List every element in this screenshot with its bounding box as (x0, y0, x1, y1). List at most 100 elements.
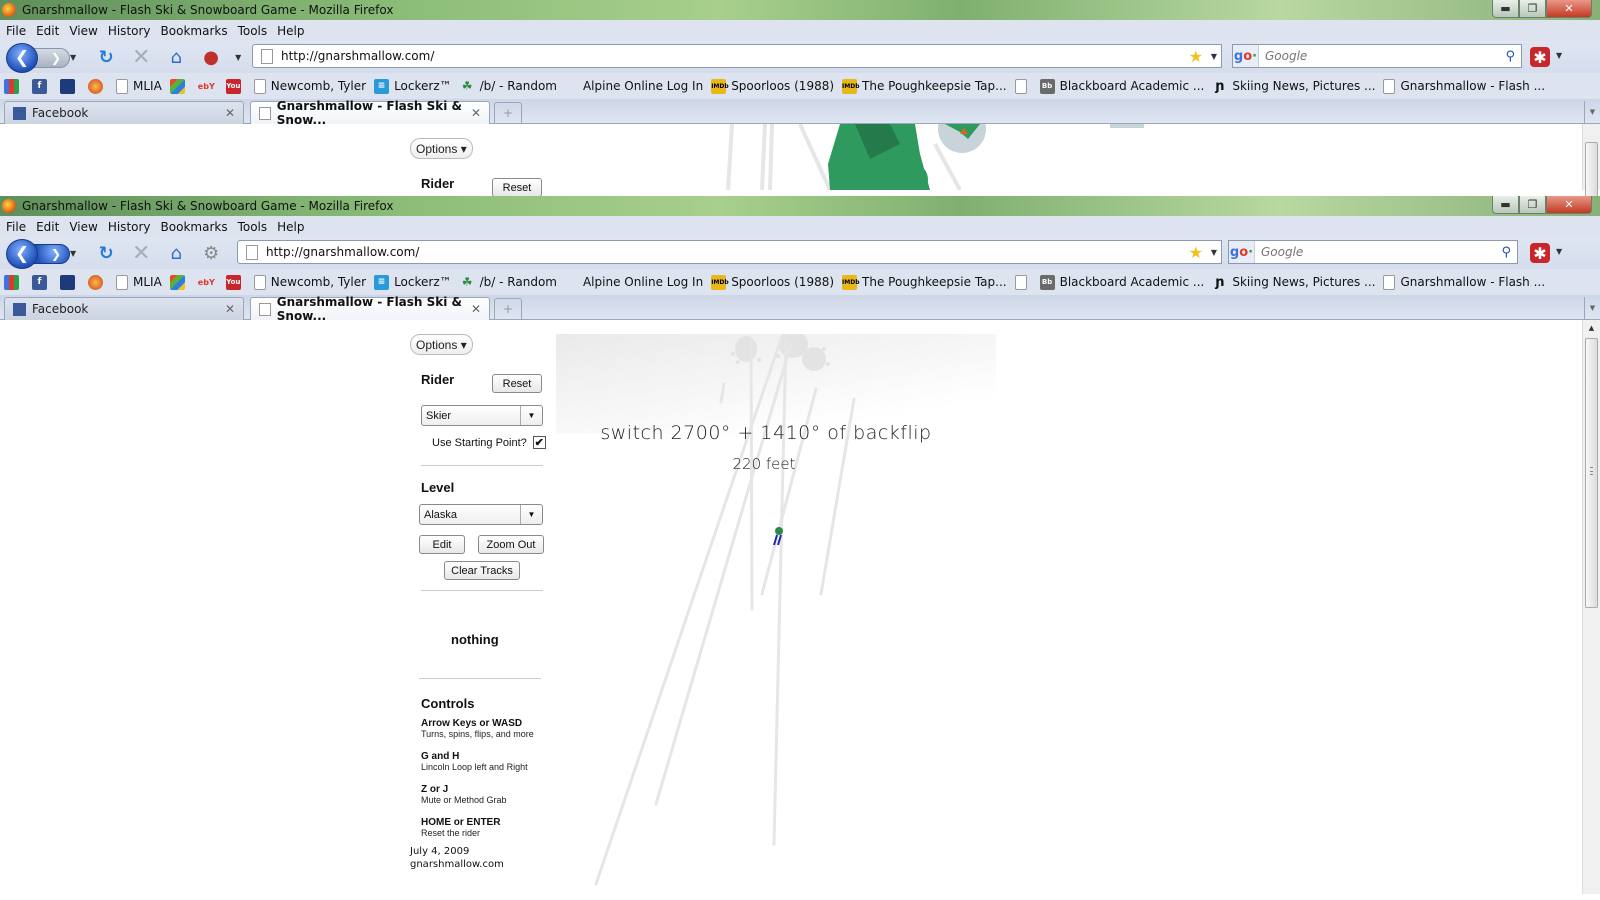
menu-tools[interactable]: Tools (238, 24, 268, 38)
tab-gnarshmallow[interactable]: Gnarshmallow - Flash Ski & Snow... ✕ (250, 295, 490, 323)
reload-icon[interactable]: ↻ (94, 241, 118, 265)
url-text[interactable]: http://gnarshmallow.com/ (266, 245, 419, 259)
bookmark-gnarshmallow[interactable]: Gnarshmallow - Flash ... (1383, 274, 1545, 290)
bookmark-spoorloos[interactable]: IMDb Spoorloos (1988) (711, 274, 834, 290)
url-bar[interactable]: http://gnarshmallow.com/ ★ ▼ (237, 240, 1222, 264)
zoom-out-button[interactable]: Zoom Out (478, 535, 544, 554)
menu-history[interactable]: History (108, 24, 151, 38)
google-search-engine-icon[interactable]: g o · (1229, 241, 1255, 263)
bookmark-blackboard[interactable]: Bb Blackboard Academic ... (1039, 274, 1204, 290)
google-search-engine-icon[interactable]: g o · (1233, 45, 1259, 67)
options-button[interactable]: Options ▾ (410, 334, 473, 355)
myspace-icon[interactable] (60, 274, 75, 290)
bookmark-skiing-news[interactable]: ɲ Skiing News, Pictures ... (1212, 275, 1375, 290)
url-bar[interactable]: http://gnarshmallow.com/ ★ ▼ (252, 44, 1222, 68)
scrollbar-thumb[interactable] (1585, 142, 1598, 196)
addon-icon[interactable]: ⚙ (199, 241, 223, 265)
facebook-icon[interactable]: f (32, 274, 47, 290)
close-window-button[interactable]: ✕ (1546, 196, 1592, 214)
tab-gnarshmallow[interactable]: Gnarshmallow - Flash Ski & Snow... ✕ (250, 99, 490, 127)
url-dropdown-icon[interactable]: ▼ (1211, 248, 1217, 257)
menu-file[interactable]: File (6, 24, 26, 38)
windows-icon[interactable] (169, 274, 185, 290)
youtube-icon[interactable]: You (225, 274, 241, 290)
menu-edit[interactable]: Edit (36, 220, 59, 234)
close-window-button[interactable]: ✕ (1546, 0, 1592, 18)
new-tab-button[interactable]: + (494, 298, 522, 319)
extension-dropdown-icon[interactable]: ▼ (1556, 51, 1562, 60)
facebook-icon[interactable]: f (32, 78, 47, 94)
bookmark-mlia[interactable]: MLIA (116, 78, 162, 94)
close-tab-icon[interactable]: ✕ (471, 302, 481, 316)
close-tab-icon[interactable]: ✕ (225, 302, 235, 316)
starting-point-checkbox[interactable]: ✔ (532, 436, 546, 449)
search-input[interactable] (1265, 49, 1485, 63)
restore-button[interactable]: ❐ (1519, 196, 1546, 214)
bookmark-lockerz[interactable]: ≡ Lockerz™ (374, 274, 452, 290)
ebay-icon[interactable]: ebY (198, 79, 215, 94)
menu-file[interactable]: File (6, 220, 26, 234)
page-icon[interactable] (1014, 274, 1027, 290)
close-tab-icon[interactable]: ✕ (225, 106, 235, 120)
menu-view[interactable]: View (69, 220, 97, 234)
firefox-addon-icon[interactable] (88, 274, 103, 290)
close-tab-icon[interactable]: ✕ (471, 106, 481, 120)
tab-list-dropdown[interactable]: ▼ (1584, 101, 1600, 123)
bookmark-blackboard[interactable]: Bb Blackboard Academic ... (1039, 78, 1204, 94)
game-canvas-partial[interactable] (720, 124, 1200, 190)
extension-icon[interactable]: ✱ (1530, 47, 1550, 67)
ebay-icon[interactable]: ebY (198, 275, 215, 290)
menu-help[interactable]: Help (277, 24, 304, 38)
options-button[interactable]: Options ▾ (410, 138, 473, 159)
home-icon[interactable]: ⌂ (164, 241, 188, 265)
search-input[interactable] (1261, 245, 1481, 259)
stop-icon[interactable]: ✕ (129, 241, 153, 266)
bookmark-poughkeepsie-tapes[interactable]: IMDb The Poughkeepsie Tap... (842, 78, 1007, 94)
google-icon[interactable] (4, 78, 19, 94)
menu-history[interactable]: History (108, 220, 151, 234)
url-text[interactable]: http://gnarshmallow.com/ (281, 49, 434, 63)
footer-site-link[interactable]: gnarshmallow.com (410, 859, 504, 870)
reload-icon[interactable]: ↻ (94, 45, 118, 69)
bookmark-newcomb-tyler[interactable]: Newcomb, Tyler (253, 78, 366, 94)
bookmark-alpine-online[interactable]: Alpine Online Log In (583, 79, 703, 93)
bookmark-skiing-news[interactable]: ɲ Skiing News, Pictures ... (1212, 79, 1375, 94)
rider-select[interactable]: Skier ▼ (421, 405, 543, 426)
reset-button[interactable]: Reset (492, 178, 542, 196)
edit-button[interactable]: Edit (419, 535, 465, 554)
stop-icon[interactable]: ✕ (129, 45, 153, 70)
back-button[interactable]: ❮ (6, 239, 38, 269)
bookmark-star-icon[interactable]: ★ (1189, 243, 1203, 262)
bookmark-spoorloos[interactable]: IMDb Spoorloos (1988) (711, 78, 834, 94)
menu-tools[interactable]: Tools (238, 220, 268, 234)
url-dropdown-icon[interactable]: ▼ (1211, 52, 1217, 61)
bookmark-b-random[interactable]: ☘/b/ - Random (460, 79, 557, 94)
bookmark-gnarshmallow[interactable]: Gnarshmallow - Flash ... (1383, 78, 1545, 94)
extension-dropdown-icon[interactable]: ▼ (1556, 247, 1562, 256)
bookmark-mlia[interactable]: MLIA (116, 274, 162, 290)
vertical-scrollbar[interactable] (1582, 124, 1600, 196)
bookmark-lockerz[interactable]: ≡ Lockerz™ (374, 78, 452, 94)
minimize-button[interactable]: ▬ (1492, 196, 1519, 214)
menu-edit[interactable]: Edit (36, 24, 59, 38)
menu-bookmarks[interactable]: Bookmarks (161, 220, 228, 234)
menu-help[interactable]: Help (277, 220, 304, 234)
scrollbar-thumb[interactable] (1585, 338, 1598, 608)
bookmark-b-random[interactable]: ☘/b/ - Random (460, 275, 557, 290)
search-bar[interactable]: go· ⚲ (1228, 240, 1518, 264)
menu-view[interactable]: View (69, 24, 97, 38)
search-bar[interactable]: go· ⚲ (1232, 44, 1522, 68)
tab-facebook[interactable]: Facebook ✕ (4, 101, 244, 124)
page-icon[interactable] (1014, 78, 1027, 94)
bookmark-alpine-online[interactable]: Alpine Online Log In (583, 275, 703, 289)
game-canvas[interactable]: switch 2700° + 1410° of backflip 220 fee… (556, 334, 996, 894)
youtube-icon[interactable]: You (225, 78, 241, 94)
windows-icon[interactable] (169, 78, 185, 94)
search-magnifier-icon[interactable]: ⚲ (1505, 49, 1515, 64)
addon-bug-icon[interactable]: ● (199, 45, 223, 69)
scroll-up-arrow-icon[interactable]: ▲ (1583, 320, 1600, 336)
myspace-icon[interactable] (60, 78, 75, 94)
search-magnifier-icon[interactable]: ⚲ (1501, 245, 1511, 260)
tab-list-dropdown[interactable]: ▼ (1584, 297, 1600, 319)
minimize-button[interactable]: ▬ (1492, 0, 1519, 18)
